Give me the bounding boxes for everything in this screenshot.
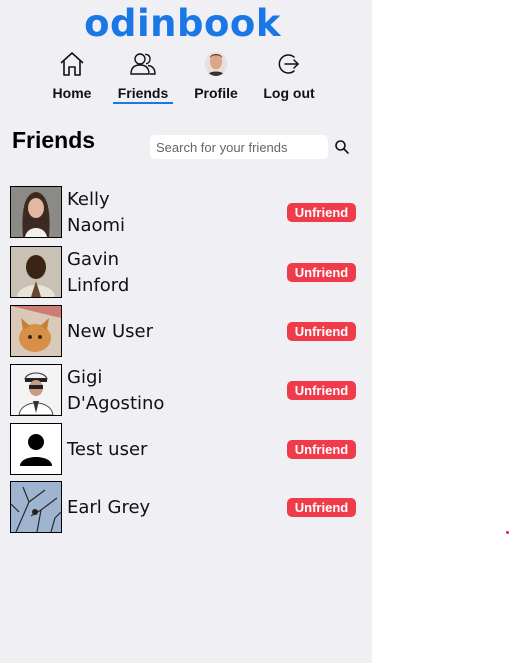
- default-avatar-icon[interactable]: [10, 423, 62, 475]
- unfriend-button[interactable]: Unfriend: [287, 440, 356, 459]
- nav-home[interactable]: Home: [52, 48, 92, 106]
- friend-row: New User Unfriend: [10, 305, 360, 357]
- friend-name-last: Linford: [67, 275, 130, 296]
- nav-profile[interactable]: Profile: [194, 48, 238, 106]
- friend-avatar[interactable]: [10, 186, 62, 238]
- cursor-dot: [506, 531, 509, 534]
- unfriend-button[interactable]: Unfriend: [287, 322, 356, 341]
- search-icon[interactable]: [334, 139, 352, 157]
- nav-profile-label: Profile: [194, 85, 238, 101]
- friend-row: Gigi D'Agostino Unfriend: [10, 364, 360, 416]
- friend-row: Gavin Linford Unfriend: [10, 246, 360, 298]
- unfriend-button[interactable]: Unfriend: [287, 381, 356, 400]
- friend-name-last: Naomi: [67, 215, 126, 236]
- friend-name-last: D'Agostino: [67, 393, 165, 414]
- friend-avatar[interactable]: [10, 246, 62, 298]
- friend-name-first: New User: [67, 321, 154, 342]
- main-nav: Home Friends Profile Log out: [0, 48, 372, 108]
- nav-logout[interactable]: Log out: [263, 48, 315, 106]
- friend-avatar[interactable]: [10, 364, 62, 416]
- unfriend-button[interactable]: Unfriend: [287, 498, 356, 517]
- active-tab-indicator: [113, 102, 173, 104]
- friend-name-first: Kelly: [67, 189, 110, 210]
- friend-name-first: Gavin: [67, 249, 120, 270]
- friend-name-first: Gigi: [67, 367, 103, 388]
- friend-name-first: Earl Grey: [67, 497, 151, 518]
- sidebar-panel: odinbook Home Friends Profile Log out Fr…: [0, 0, 372, 663]
- home-icon: [58, 48, 86, 80]
- friend-row: Test user Unfriend: [10, 423, 360, 475]
- unfriend-button[interactable]: Unfriend: [287, 263, 356, 282]
- nav-home-label: Home: [52, 85, 92, 101]
- friend-row: Earl Grey Unfriend: [10, 481, 360, 533]
- friend-row: Kelly Naomi Unfriend: [10, 186, 360, 238]
- logout-icon: [276, 48, 302, 80]
- friends-icon: [129, 48, 157, 80]
- unfriend-button[interactable]: Unfriend: [287, 203, 356, 222]
- friend-avatar[interactable]: [10, 481, 62, 533]
- friend-avatar[interactable]: [10, 305, 62, 357]
- page-title: Friends: [12, 127, 96, 153]
- avatar: [205, 48, 227, 80]
- nav-friends[interactable]: Friends: [113, 48, 173, 106]
- nav-logout-label: Log out: [263, 85, 315, 101]
- nav-friends-label: Friends: [117, 85, 169, 101]
- search-input[interactable]: [150, 135, 328, 159]
- friend-name-first: Test user: [67, 439, 148, 460]
- app-logo[interactable]: odinbook: [0, 2, 365, 45]
